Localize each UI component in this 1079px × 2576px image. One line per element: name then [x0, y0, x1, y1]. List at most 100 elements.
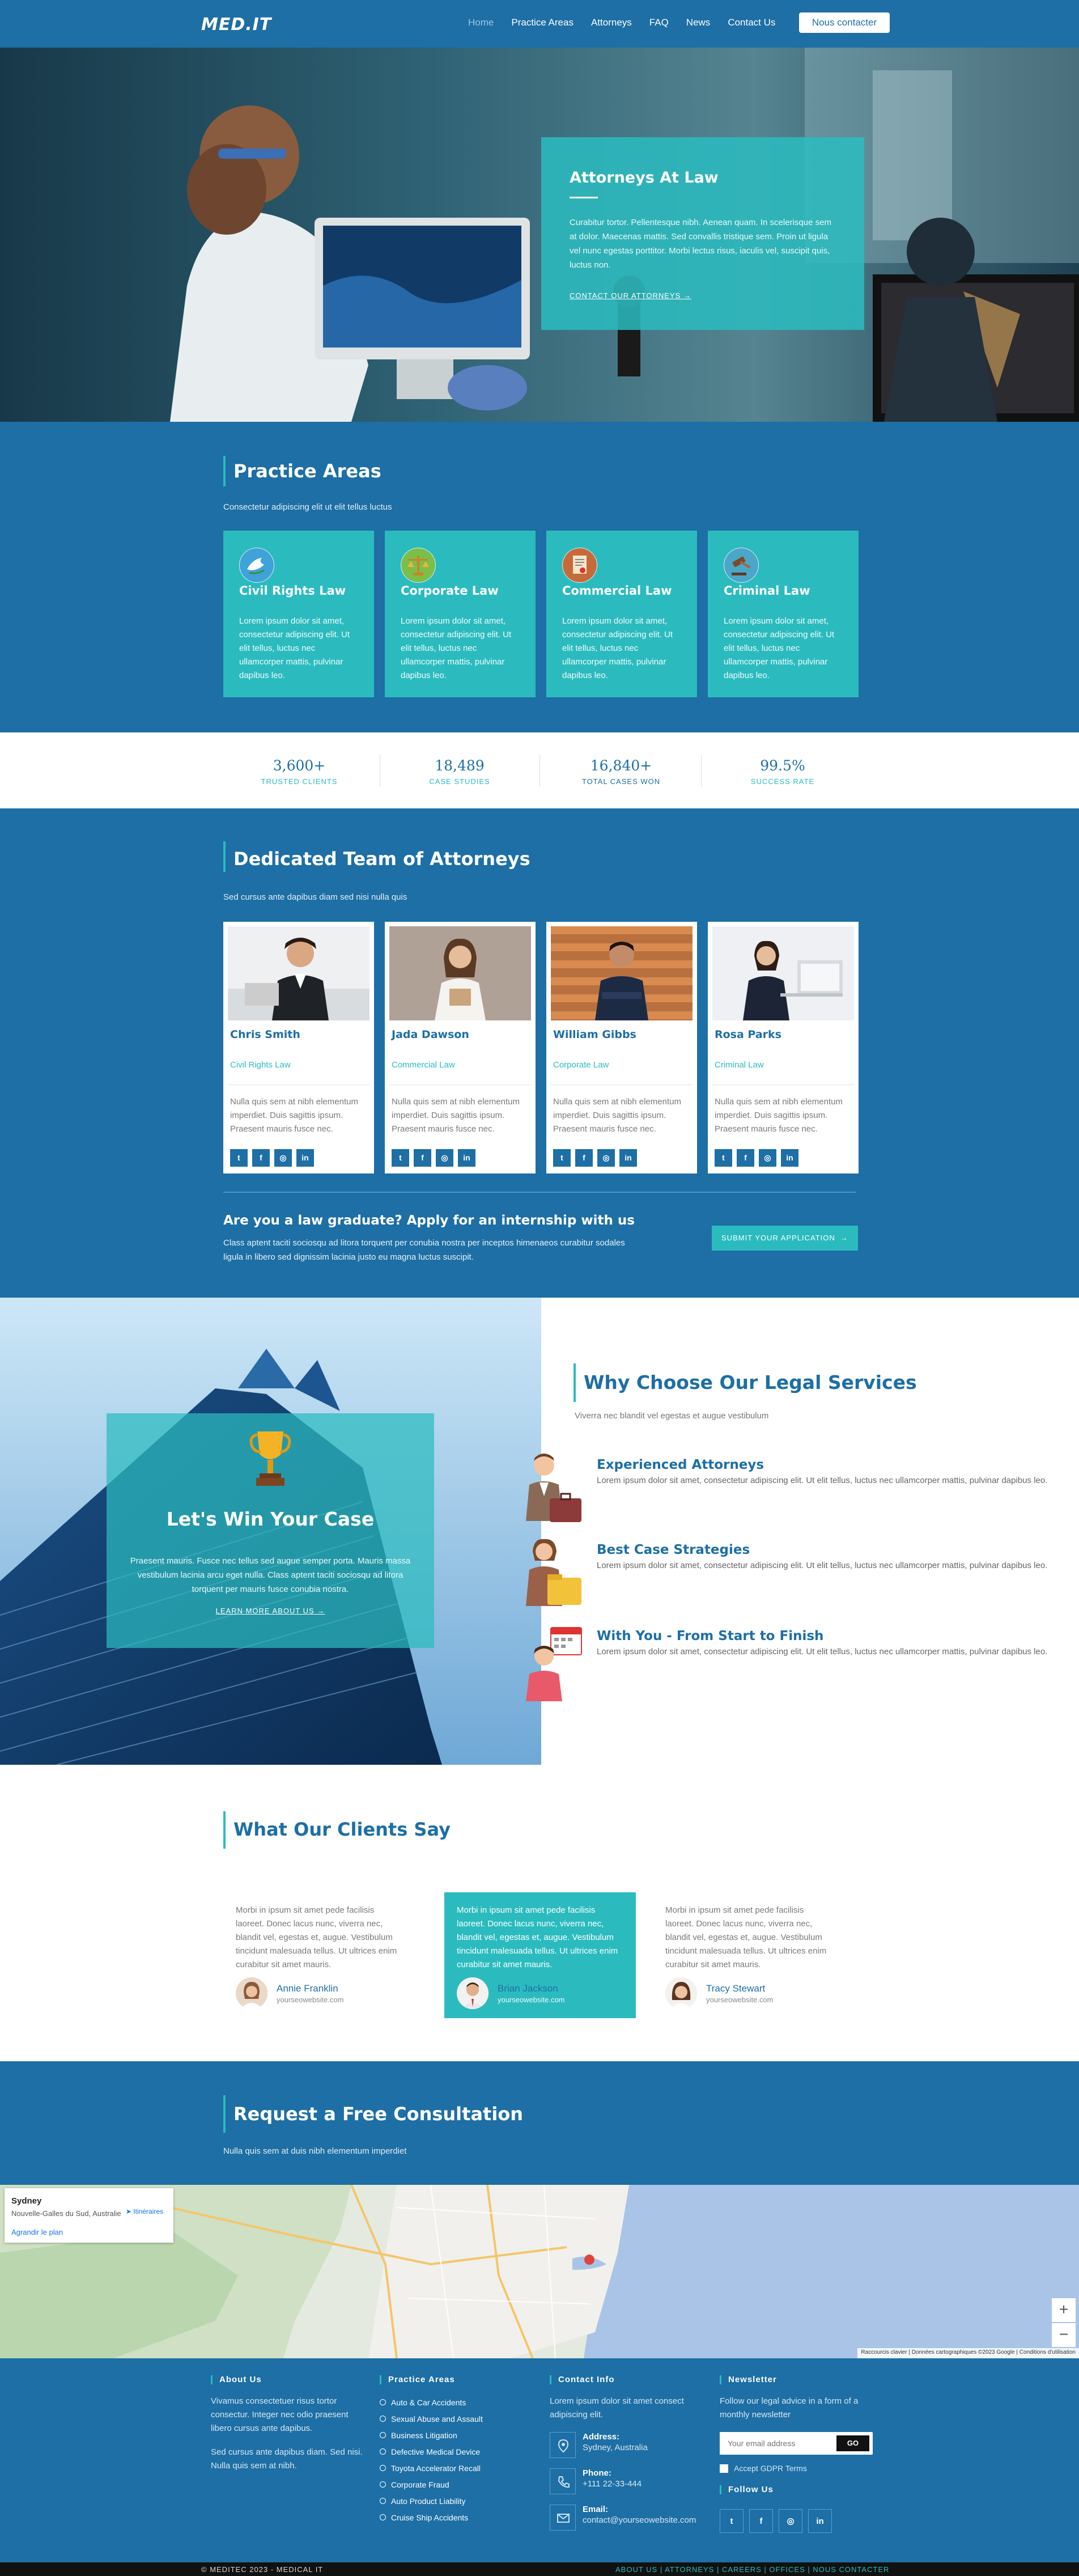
- title-accent-bar: [223, 456, 226, 486]
- practice-card-civil-rights[interactable]: Civil Rights Law Lorem ipsum dolor sit a…: [223, 531, 374, 697]
- internship-title: Are you a law graduate? Apply for an int…: [223, 1213, 635, 1228]
- nav-attorneys[interactable]: Attorneys: [591, 17, 632, 28]
- site-logo[interactable]: MED.IT: [201, 15, 271, 35]
- map-embed[interactable]: Sydney Nouvelle-Galles du Sud, Australie…: [0, 2185, 1079, 2358]
- practice-card-title: Corporate Law: [401, 584, 499, 598]
- submit-application-button[interactable]: SUBMIT YOUR APPLICATION →: [712, 1226, 858, 1251]
- stat-number: 99.5%: [760, 757, 805, 774]
- practice-subtitle: Consectetur adipiscing elit ut elit tell…: [223, 502, 392, 512]
- facebook-icon[interactable]: f: [749, 2509, 773, 2533]
- testimonial-name: Annie Franklin: [277, 1982, 338, 1994]
- feature-title: Best Case Strategies: [597, 1543, 750, 1557]
- linkedin-icon[interactable]: in: [619, 1149, 637, 1167]
- linkedin-icon[interactable]: in: [296, 1149, 314, 1167]
- stat-number: 18,489: [435, 757, 485, 774]
- instagram-icon[interactable]: ◎: [274, 1149, 292, 1167]
- footer-about-text: Vivamus consectetuer risus tortor consec…: [211, 2396, 349, 2433]
- attorney-name[interactable]: Rosa Parks: [715, 1028, 854, 1041]
- email-value[interactable]: contact@yourseowebsite.com: [583, 2515, 696, 2526]
- nav-practice-areas[interactable]: Practice Areas: [511, 17, 574, 28]
- card-divider: [228, 1084, 369, 1085]
- attorney-card-rosa-parks[interactable]: Rosa Parks Criminal Law Nulla quis sem a…: [708, 922, 859, 1173]
- stat-label: CASE STUDIES: [429, 777, 490, 786]
- facebook-icon[interactable]: f: [252, 1149, 270, 1167]
- nav-news[interactable]: News: [686, 17, 711, 28]
- twitter-icon[interactable]: t: [392, 1149, 409, 1167]
- attorney-photo: [551, 926, 693, 1020]
- facebook-icon[interactable]: f: [575, 1149, 593, 1167]
- enlarge-map-link[interactable]: Agrandir le plan: [11, 2228, 167, 2236]
- footer-practice-item[interactable]: Corporate Fraud: [380, 2477, 533, 2493]
- footer-contact-text: Lorem ipsum dolor sit amet consect adipi…: [550, 2396, 684, 2420]
- practice-card-corporate[interactable]: Corporate Law Lorem ipsum dolor sit amet…: [385, 531, 536, 697]
- document-icon: [562, 548, 597, 583]
- attorney-card-jada-dawson[interactable]: Jada Dawson Commercial Law Nulla quis se…: [385, 922, 536, 1173]
- instagram-icon[interactable]: ◎: [779, 2509, 802, 2533]
- learn-more-link[interactable]: LEARN MORE ABOUT US →: [107, 1607, 434, 1615]
- nav-faq[interactable]: FAQ: [649, 17, 669, 28]
- testimonials-section: What Our Clients Say Morbi in ipsum sit …: [0, 1765, 1079, 2061]
- testimonial-author: Brian Jackson yourseowebsite.com: [457, 1977, 565, 2009]
- footer-practice-item[interactable]: Sexual Abuse and Assault: [380, 2411, 533, 2427]
- stat-label: SUCCESS RATE: [750, 777, 815, 786]
- team-section: Dedicated Team of Attorneys Sed cursus a…: [0, 808, 1079, 1298]
- phone-value[interactable]: +111 22-33-444: [583, 2478, 642, 2490]
- attorney-card-chris-smith[interactable]: Chris Smith Civil Rights Law Nulla quis …: [223, 922, 374, 1173]
- twitter-icon[interactable]: t: [230, 1149, 248, 1167]
- attorney-photo: [389, 926, 531, 1020]
- footer-practice-item[interactable]: Cruise Ship Accidents: [380, 2510, 533, 2526]
- twitter-icon[interactable]: t: [715, 1149, 732, 1167]
- practice-card-criminal[interactable]: Criminal Law Lorem ipsum dolor sit amet,…: [708, 531, 859, 697]
- linkedin-icon[interactable]: in: [781, 1149, 798, 1167]
- contact-attorneys-link[interactable]: CONTACT OUR ATTORNEYS →: [570, 291, 836, 300]
- practice-card-title: Criminal Law: [724, 584, 810, 598]
- attorney-social: t f ◎ in: [392, 1149, 475, 1167]
- zoom-in-button[interactable]: +: [1052, 2298, 1076, 2322]
- twitter-icon[interactable]: t: [553, 1149, 571, 1167]
- contact-cta-button[interactable]: Nous contacter: [799, 12, 890, 33]
- attorney-name[interactable]: Jada Dawson: [392, 1028, 531, 1041]
- gdpr-checkbox[interactable]: [720, 2464, 728, 2473]
- facebook-icon[interactable]: f: [737, 1149, 754, 1167]
- directions-link[interactable]: ➤ Itinéraires: [126, 2208, 163, 2215]
- footer-practice-item[interactable]: Business Litigation: [380, 2427, 533, 2444]
- newsletter-go-button[interactable]: GO: [836, 2435, 869, 2451]
- gavel-icon: [724, 548, 759, 583]
- footer-newsletter: Newsletter Follow our legal advice in a …: [720, 2375, 884, 2533]
- team-subtitle: Sed cursus ante dapibus diam sed nisi nu…: [223, 892, 407, 902]
- win-case-title: Let's Win Your Case: [166, 1508, 375, 1530]
- nav-contact-us[interactable]: Contact Us: [728, 17, 775, 28]
- bottom-links[interactable]: ABOUT US | ATTORNEYS | CAREERS | OFFICES…: [615, 2565, 889, 2574]
- gdpr-checkbox-row[interactable]: Accept GDPR Terms: [720, 2464, 884, 2473]
- newsletter-email-input[interactable]: [720, 2432, 833, 2455]
- envelope-icon: [550, 2505, 576, 2531]
- linkedin-icon[interactable]: in: [458, 1149, 475, 1167]
- instagram-icon[interactable]: ◎: [436, 1149, 453, 1167]
- instagram-icon[interactable]: ◎: [597, 1149, 615, 1167]
- practice-card-commercial[interactable]: Commercial Law Lorem ipsum dolor sit ame…: [546, 531, 697, 697]
- nav-home[interactable]: Home: [468, 17, 494, 28]
- practice-card-title: Commercial Law: [562, 584, 672, 598]
- attorney-card-william-gibbs[interactable]: William Gibbs Corporate Law Nulla quis s…: [546, 922, 697, 1173]
- avatar: [457, 1977, 488, 2009]
- testimonial-text: Morbi in ipsum sit amet pede facilisis l…: [457, 1905, 618, 1969]
- avatar: [665, 1977, 697, 2009]
- linkedin-icon[interactable]: in: [808, 2509, 832, 2533]
- stat-success-rate: 99.5% SUCCESS RATE: [720, 757, 845, 786]
- footer-practice-item[interactable]: Auto Product Liability: [380, 2493, 533, 2510]
- footer-practice-item[interactable]: Toyota Accelerator Recall: [380, 2460, 533, 2477]
- consultation-subtitle: Nulla quis sem at duis nibh elementum im…: [223, 2146, 407, 2156]
- title-accent-bar: [574, 1363, 576, 1402]
- instagram-icon[interactable]: ◎: [759, 1149, 776, 1167]
- twitter-icon[interactable]: t: [720, 2509, 744, 2533]
- zoom-out-button[interactable]: −: [1052, 2323, 1076, 2347]
- attorney-name[interactable]: Chris Smith: [230, 1028, 369, 1041]
- facebook-icon[interactable]: f: [414, 1149, 431, 1167]
- footer-practice-item[interactable]: Auto & Car Accidents: [380, 2395, 533, 2411]
- footer-practice-item[interactable]: Defective Medical Device: [380, 2444, 533, 2460]
- testimonial-author: Tracy Stewart yourseowebsite.com: [665, 1977, 774, 2009]
- feature-text: Lorem ipsum dolor sit amet, consectetur …: [597, 1476, 1048, 1485]
- attorney-photo: [712, 926, 854, 1020]
- stat-number: 3,600+: [273, 757, 326, 774]
- attorney-name[interactable]: William Gibbs: [553, 1028, 693, 1041]
